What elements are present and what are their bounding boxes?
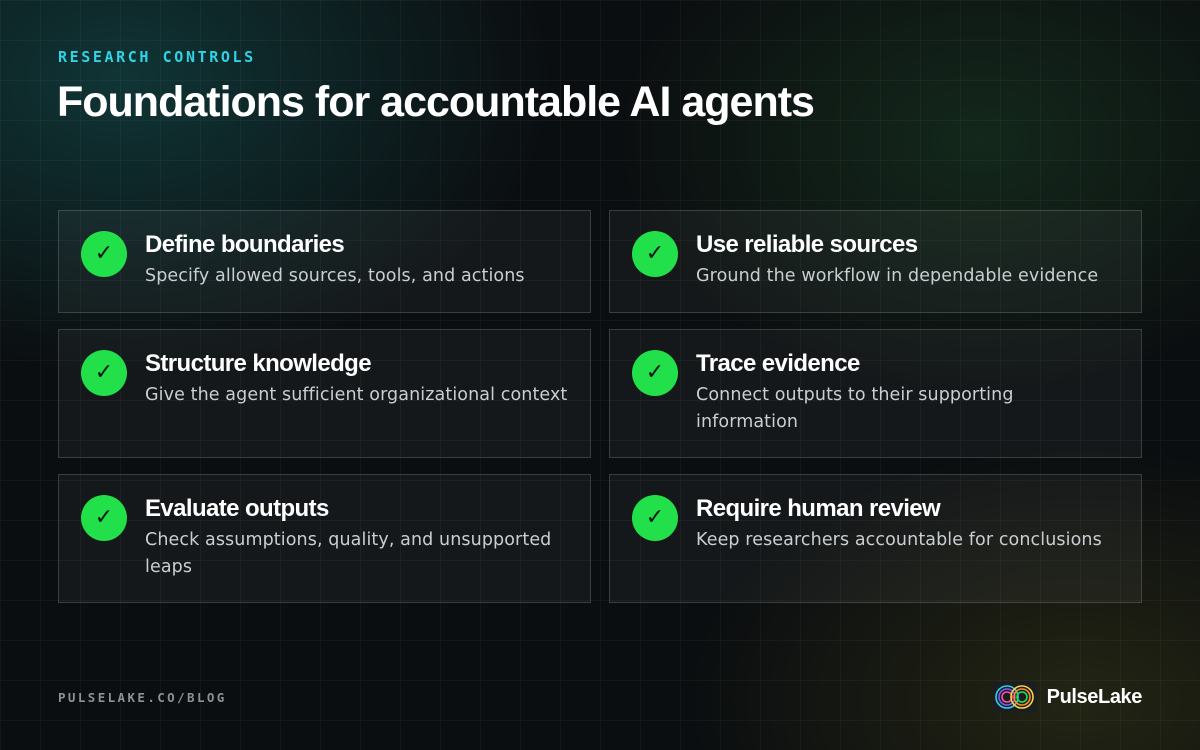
card-description: Specify allowed sources, tools, and acti…: [145, 266, 525, 286]
card-trace-evidence: ✓ Trace evidence Connect outputs to thei…: [609, 329, 1142, 458]
card-text: Define boundaries Specify allowed source…: [145, 231, 525, 290]
card-title: Trace evidence: [696, 350, 860, 377]
card-title: Structure knowledge: [145, 350, 372, 377]
checkmark-icon: ✓: [632, 495, 678, 541]
card-title: Define boundaries: [145, 231, 345, 258]
checkmark-icon: ✓: [632, 231, 678, 277]
card-description: Connect outputs to their supporting info…: [696, 385, 1014, 432]
card-text: Structure knowledge Give the agent suffi…: [145, 350, 567, 409]
brand-name: PulseLake: [1046, 685, 1143, 708]
card-require-human-review: ✓ Require human review Keep researchers …: [609, 474, 1142, 603]
card-define-boundaries: ✓ Define boundaries Specify allowed sour…: [58, 210, 591, 313]
card-title: Require human review: [696, 495, 941, 522]
card-description: Keep researchers accountable for conclus…: [696, 530, 1102, 550]
card-evaluate-outputs: ✓ Evaluate outputs Check assumptions, qu…: [58, 474, 591, 603]
card-description: Ground the workflow in dependable eviden…: [696, 266, 1099, 286]
card-title: Use reliable sources: [696, 231, 918, 258]
page-title: Foundations for accountable AI agents: [57, 78, 815, 126]
card-text: Use reliable sources Ground the workflow…: [696, 231, 1098, 290]
controls-card-grid: ✓ Define boundaries Specify allowed sour…: [58, 210, 1142, 603]
card-title: Evaluate outputs: [145, 495, 329, 522]
checkmark-icon: ✓: [81, 495, 127, 541]
checkmark-icon: ✓: [81, 231, 127, 277]
checkmark-icon: ✓: [632, 350, 678, 396]
card-description: Give the agent sufficient organizational…: [145, 385, 568, 405]
eyebrow-label: RESEARCH CONTROLS: [58, 48, 256, 66]
card-structure-knowledge: ✓ Structure knowledge Give the agent suf…: [58, 329, 591, 458]
card-text: Trace evidence Connect outputs to their …: [696, 350, 1121, 436]
pulselake-logo-icon: [992, 682, 1037, 712]
card-use-reliable-sources: ✓ Use reliable sources Ground the workfl…: [609, 210, 1142, 313]
blog-url-link[interactable]: PULSELAKE.CO/BLOG: [58, 690, 227, 705]
checkmark-icon: ✓: [81, 350, 127, 396]
card-description: Check assumptions, quality, and unsuppor…: [145, 530, 552, 577]
card-text: Evaluate outputs Check assumptions, qual…: [145, 495, 570, 581]
card-text: Require human review Keep researchers ac…: [696, 495, 1102, 554]
brand-lockup: PulseLake: [992, 682, 1143, 712]
